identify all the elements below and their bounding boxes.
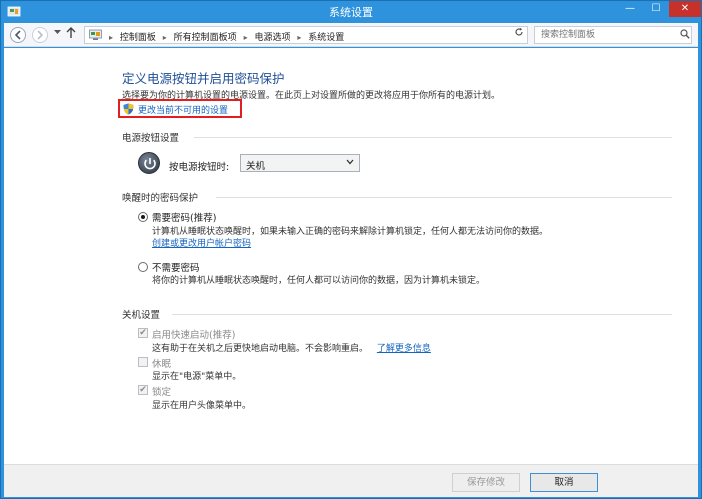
search-icon[interactable] (680, 29, 690, 39)
power-button-label: 按电源按钮时: (169, 162, 230, 173)
power-button-icon (138, 152, 160, 174)
address-path[interactable]: ▸ 控制面板 ▸ 所有控制面板项 ▸ 电源选项 ▸ 系统设置 (84, 26, 528, 44)
require-password-label: 需要密码(推荐) (152, 213, 217, 224)
fast-startup-desc-text: 这有助于在关机之后更快地启动电脑。不会影响重启。 (152, 344, 369, 354)
radio-no-password[interactable] (138, 262, 148, 272)
no-password-label: 不需要密码 (152, 263, 200, 274)
chevron-right-icon: ▸ (109, 33, 114, 42)
cancel-button[interactable]: 取消 (530, 473, 598, 492)
refresh-icon (514, 27, 523, 36)
arrow-up-icon (66, 27, 76, 38)
section-divider (216, 197, 672, 198)
breadcrumb-item[interactable]: 所有控制面板项 (174, 33, 237, 43)
hibernate-description: 显示在"电源"菜单中。 (152, 372, 242, 382)
radio-require-password[interactable] (138, 212, 148, 222)
content-area: 定义电源按钮并启用密码保护 选择要为你的计算机设置的电源设置。在此页上对设置所做… (4, 48, 698, 464)
no-password-description: 将你的计算机从睡眠状态唤醒时，任何人都可以访问你的数据，因为计算机未锁定。 (152, 276, 486, 286)
power-icon (144, 158, 156, 170)
window-title: 系统设置 (329, 6, 373, 19)
chevron-right-icon[interactable]: ▸ (244, 33, 248, 42)
footer-bar: 保存修改 取消 (4, 464, 698, 497)
lock-checkbox[interactable]: ✔ (138, 385, 148, 395)
search-input[interactable] (534, 26, 692, 44)
breadcrumb-item[interactable]: 系统设置 (308, 33, 344, 43)
section-shutdown: 关机设置 (122, 310, 161, 321)
chevron-down-icon (346, 158, 354, 167)
chevron-down-icon (54, 30, 61, 34)
address-bar: ▸ 控制面板 ▸ 所有控制面板项 ▸ 电源选项 ▸ 系统设置 (4, 23, 698, 47)
hibernate-checkbox[interactable] (138, 357, 148, 367)
breadcrumb-item[interactable]: 电源选项 (254, 33, 290, 43)
section-power-button: 电源按钮设置 (122, 133, 180, 144)
save-changes-button[interactable]: 保存修改 (452, 473, 520, 492)
section-wake-password: 唤醒时的密码保护 (122, 193, 199, 204)
create-password-link[interactable]: 创建或更改用户帐户密码 (152, 236, 251, 249)
change-unavailable-settings-link[interactable]: 更改当前不可用的设置 (138, 103, 228, 116)
lock-description: 显示在用户头像菜单中。 (152, 401, 252, 411)
breadcrumb-item[interactable]: 控制面板 (120, 33, 156, 43)
recent-pages-button[interactable] (54, 29, 61, 37)
maximize-button[interactable]: ☐ (643, 1, 669, 17)
breadcrumb: ▸ 控制面板 ▸ 所有控制面板项 ▸ 电源选项 ▸ 系统设置 (105, 30, 344, 43)
change-settings-link-highlight[interactable]: 更改当前不可用的设置 (118, 99, 242, 118)
fast-startup-checkbox[interactable]: ✔ (138, 328, 148, 338)
chevron-right-icon[interactable]: ▸ (163, 33, 167, 42)
arrow-left-icon (14, 30, 21, 40)
power-button-action-select[interactable]: 关机 (240, 154, 360, 172)
forward-button[interactable] (32, 27, 48, 43)
minimize-button[interactable]: — (617, 1, 643, 17)
refresh-button[interactable] (510, 26, 528, 44)
section-divider (172, 314, 672, 315)
chevron-right-icon[interactable]: ▸ (297, 33, 301, 42)
title-bar: 系统设置 — ☐ ✕ (1, 1, 701, 23)
up-button[interactable] (66, 27, 76, 42)
back-button[interactable] (10, 27, 26, 43)
control-panel-icon (89, 29, 102, 40)
arrow-right-icon (37, 30, 44, 40)
hibernate-label: 休眠 (152, 359, 172, 370)
window: 系统设置 — ☐ ✕ ▸ 控制面板 ▸ 所有控制面板项 ▸ 电源选项 ▸ 系统设… (0, 0, 702, 499)
section-divider (194, 137, 672, 138)
close-button[interactable]: ✕ (669, 1, 701, 17)
uac-shield-icon (123, 103, 134, 115)
select-value: 关机 (246, 161, 266, 172)
learn-more-link[interactable]: 了解更多信息 (377, 344, 431, 354)
fast-startup-description: 这有助于在关机之后更快地启动电脑。不会影响重启。 了解更多信息 (152, 341, 431, 354)
fast-startup-label: 启用快速启动(推荐) (152, 330, 236, 341)
page-title: 定义电源按钮并启用密码保护 (122, 71, 285, 86)
lock-label: 锁定 (152, 387, 172, 398)
